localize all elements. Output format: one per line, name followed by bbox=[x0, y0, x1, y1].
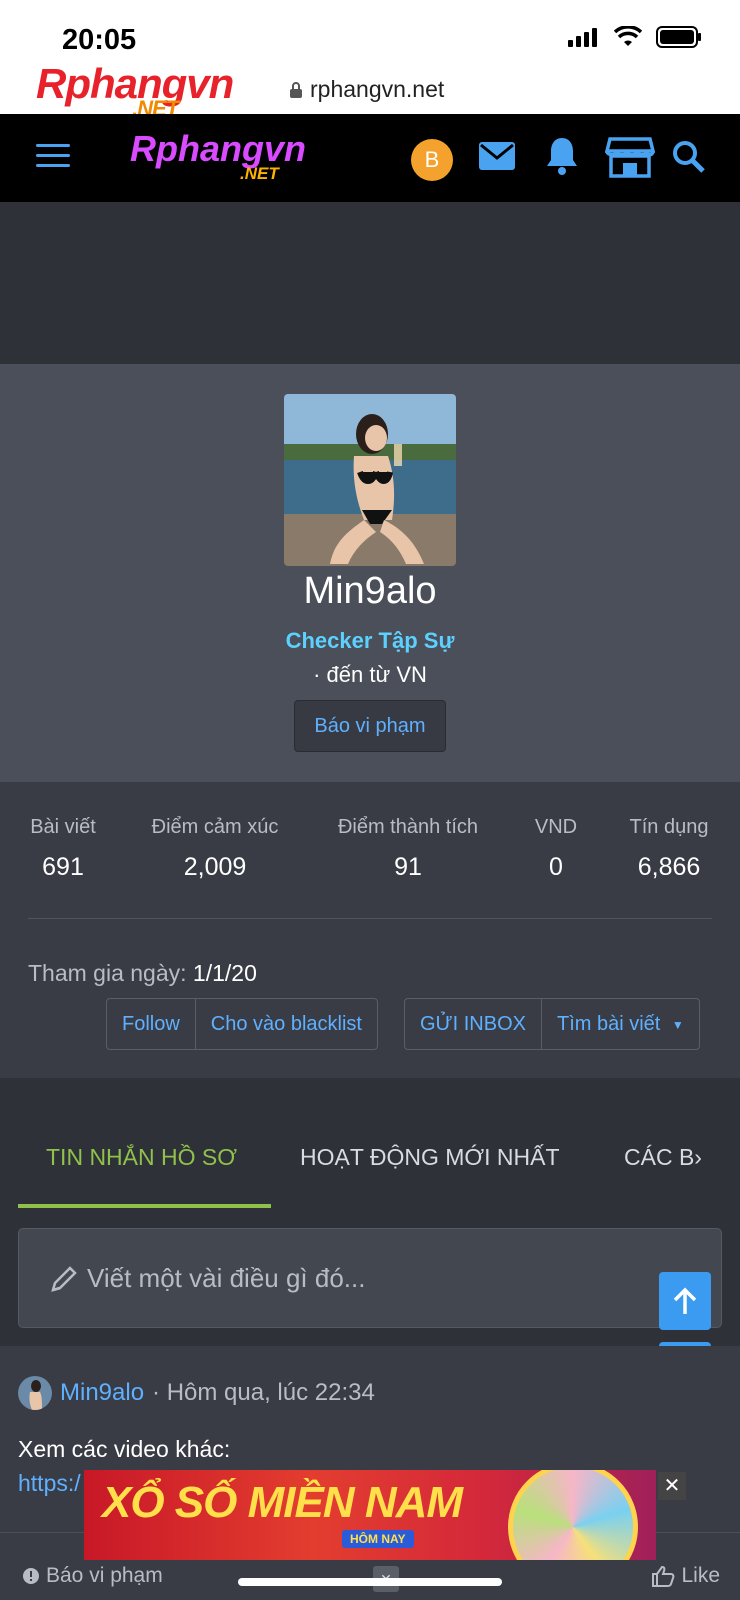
post-text: Xem các video khác: bbox=[18, 1436, 231, 1462]
stat-posts[interactable]: Bài viết 691 bbox=[28, 816, 98, 882]
profile-cover bbox=[0, 202, 740, 364]
stat-value: 2,009 bbox=[183, 853, 247, 881]
stat-label: Điểm cảm xúc bbox=[151, 816, 279, 838]
site-logo[interactable]: Rphangvn .NET bbox=[36, 60, 234, 121]
stat-value: 691 bbox=[42, 853, 84, 881]
stat-vnd[interactable]: VND 0 bbox=[532, 816, 580, 882]
post-header: Min9alo · Hôm qua, lúc 22:34 bbox=[18, 1376, 375, 1410]
store-icon[interactable] bbox=[605, 136, 655, 178]
tab-latest-activity[interactable]: HOẠT ĐỘNG MỚI NHẤT bbox=[300, 1144, 560, 1171]
battery-icon bbox=[656, 26, 701, 48]
menu-icon[interactable] bbox=[36, 144, 70, 174]
signal-icon bbox=[568, 28, 597, 47]
post-report-link[interactable]: Báo vi phạm bbox=[22, 1564, 163, 1588]
nav-logo-text: Rphangvn bbox=[130, 128, 306, 169]
stat-label: VND bbox=[534, 816, 578, 838]
arrow-up-icon bbox=[673, 1287, 697, 1314]
stat-value: 0 bbox=[549, 853, 563, 881]
tab-bar: TIN NHẮN HỒ SƠ HOẠT ĐỘNG MỚI NHẤT CÁC B› bbox=[18, 1078, 722, 1210]
stat-trophies[interactable]: Điểm thành tích 91 bbox=[332, 816, 484, 882]
clock: 20:05 bbox=[62, 24, 137, 56]
follow-button[interactable]: Follow bbox=[107, 999, 196, 1049]
post-like-label: Like bbox=[681, 1564, 720, 1587]
post-time[interactable]: · Hôm qua, lúc 22:34 bbox=[152, 1379, 375, 1407]
ad-subtitle: HÔM NAY bbox=[342, 1530, 414, 1548]
address-bar[interactable]: rphangvn.net bbox=[290, 76, 444, 103]
post-author[interactable]: Min9alo bbox=[60, 1379, 144, 1407]
tab-more-label: CÁC B bbox=[624, 1144, 695, 1170]
profile-header: Min9alo Checker Tập Sự · đến từ VN Báo v… bbox=[0, 364, 740, 782]
mail-icon[interactable] bbox=[478, 140, 516, 172]
ad-headline: XỔ SỐ MIỀN NAM bbox=[102, 1478, 463, 1527]
joined-value: 1/1/20 bbox=[192, 960, 257, 986]
post-report-label: Báo vi phạm bbox=[46, 1564, 163, 1587]
home-indicator[interactable] bbox=[238, 1578, 502, 1586]
site-navbar: Rphangvn .NET B bbox=[0, 114, 740, 202]
profile-stats: Bài viết 691 Điểm cảm xúc 2,009 Điểm thà… bbox=[0, 782, 740, 1078]
profile-tabs-section: TIN NHẮN HỒ SƠ HOẠT ĐỘNG MỚI NHẤT CÁC B›… bbox=[0, 1078, 740, 1346]
post-avatar[interactable] bbox=[18, 1376, 52, 1410]
status-bar: 20:05 Rphangvn .NET rphangvn.net bbox=[0, 0, 740, 121]
nav-logo-suffix: .NET bbox=[240, 164, 279, 183]
tab-more[interactable]: CÁC B› bbox=[624, 1144, 702, 1171]
stat-credit[interactable]: Tín dụng 6,866 bbox=[626, 816, 712, 882]
alert-icon bbox=[23, 1568, 39, 1584]
profile-username: Min9alo bbox=[303, 570, 437, 612]
stats-divider bbox=[28, 918, 712, 919]
find-posts-button[interactable]: Tìm bài viết ▼ bbox=[542, 999, 699, 1049]
tab-profile-posts[interactable]: TIN NHẮN HỒ SƠ bbox=[46, 1144, 237, 1171]
url-text: rphangvn.net bbox=[310, 76, 445, 102]
follow-button-group: Follow Cho vào blacklist bbox=[106, 998, 378, 1050]
lock-icon bbox=[290, 81, 302, 98]
stat-label: Bài viết bbox=[30, 816, 96, 838]
stat-value: 6,866 bbox=[637, 853, 701, 881]
stat-reactions[interactable]: Điểm cảm xúc 2,009 bbox=[146, 816, 284, 882]
prize-wheel-image bbox=[508, 1470, 638, 1560]
message-button-group: GỬI INBOX Tìm bài viết ▼ bbox=[404, 998, 700, 1050]
user-location: · đến từ VN bbox=[313, 662, 427, 687]
active-tab-indicator bbox=[18, 1204, 271, 1208]
joined-date: Tham gia ngày: 1/1/20 bbox=[28, 960, 257, 987]
chevron-right-icon: › bbox=[694, 1144, 702, 1170]
joined-label: Tham gia ngày: bbox=[28, 960, 187, 986]
pencil-icon bbox=[51, 1265, 77, 1292]
stat-value: 91 bbox=[394, 853, 422, 881]
lottery-ad-banner[interactable]: XỔ SỐ MIỀN NAM HÔM NAY bbox=[84, 1470, 656, 1560]
bell-icon[interactable] bbox=[545, 136, 579, 176]
profile-avatar[interactable] bbox=[284, 394, 456, 566]
report-button[interactable]: Báo vi phạm bbox=[294, 700, 446, 752]
blacklist-button[interactable]: Cho vào blacklist bbox=[196, 999, 377, 1049]
wifi-icon bbox=[614, 26, 642, 46]
post-like-button[interactable]: Like bbox=[651, 1564, 720, 1588]
search-icon[interactable] bbox=[672, 140, 706, 174]
user-title: Checker Tập Sự bbox=[285, 628, 455, 653]
find-posts-label: Tìm bài viết bbox=[557, 1013, 661, 1035]
stat-label: Tín dụng bbox=[629, 816, 709, 838]
coin-balance-icon[interactable]: B bbox=[411, 139, 453, 181]
send-inbox-button[interactable]: GỬI INBOX bbox=[405, 999, 542, 1049]
composer-placeholder: Viết một vài điều gì đó... bbox=[87, 1263, 366, 1293]
scroll-top-button[interactable] bbox=[659, 1272, 711, 1330]
thumbs-up-icon bbox=[652, 1565, 675, 1587]
profile-post-composer[interactable]: Viết một vài điều gì đó... bbox=[18, 1228, 722, 1328]
stat-label: Điểm thành tích bbox=[337, 816, 479, 838]
close-icon[interactable]: ✕ bbox=[658, 1472, 686, 1500]
caret-down-icon: ▼ bbox=[671, 1017, 684, 1032]
nav-logo[interactable]: Rphangvn .NET bbox=[130, 128, 306, 183]
status-icons bbox=[568, 26, 702, 48]
